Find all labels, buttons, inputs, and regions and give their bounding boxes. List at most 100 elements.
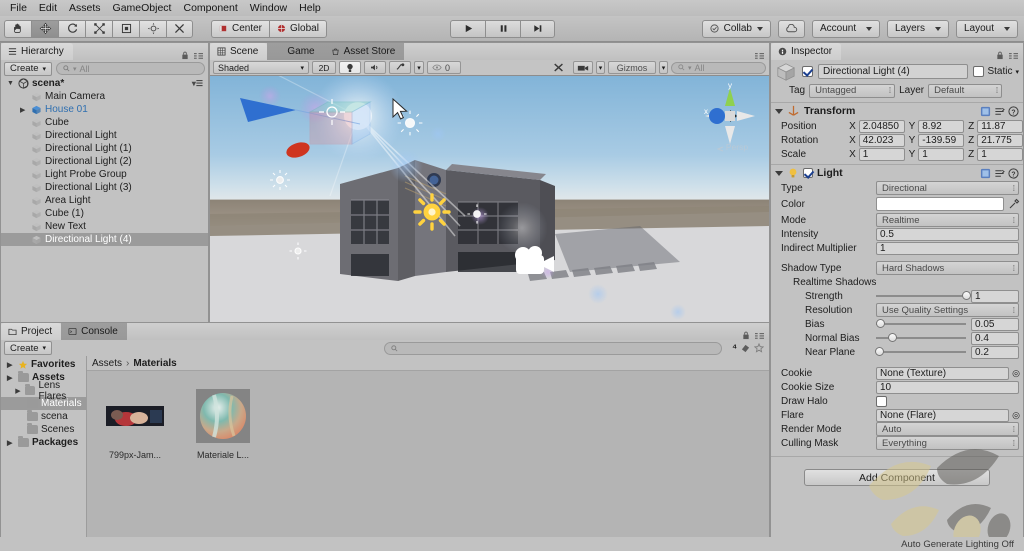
shadow-bias-input[interactable]: 0.05 — [971, 317, 1019, 331]
panel-menu-icon[interactable] — [754, 51, 765, 60]
gizmos-dropdown[interactable]: Gizmos — [608, 61, 656, 74]
transform-rotation-x[interactable]: 42.023 — [858, 133, 905, 147]
step-button[interactable] — [520, 19, 555, 38]
expand-arrow-icon[interactable]: ▶ — [20, 106, 28, 114]
shadow-near-plane-input[interactable]: 0.2 — [971, 345, 1019, 359]
hierarchy-scene-root[interactable]: ▼ scena* ▾☰ — [1, 77, 208, 90]
light-color-swatch[interactable] — [876, 197, 1004, 211]
expand-arrow-icon[interactable]: ▶ — [7, 374, 15, 382]
panel-menu-icon[interactable] — [754, 331, 765, 340]
render-mode-dropdown[interactable]: Auto ⁞ — [876, 422, 1019, 436]
light-intensity-input[interactable]: 0.5 — [876, 227, 1019, 241]
menu-help[interactable]: Help — [293, 0, 327, 16]
favorites-star-icon[interactable] — [754, 343, 765, 353]
hierarchy-item-light-probe-group[interactable]: Light Probe Group — [1, 168, 208, 181]
tab-inspector[interactable]: Inspector — [771, 43, 842, 60]
hierarchy-item-directional-light-1[interactable]: Directional Light (1) — [1, 142, 208, 155]
menu-edit[interactable]: Edit — [33, 0, 63, 16]
tab-hierarchy[interactable]: Hierarchy — [1, 43, 73, 60]
scene-axis-gizmo[interactable]: y x Persp — [697, 80, 763, 152]
tab-game[interactable]: Game — [267, 43, 324, 60]
menu-gameobject[interactable]: GameObject — [107, 0, 178, 16]
hierarchy-item-directional-light-2[interactable]: Directional Light (2) — [1, 155, 208, 168]
shadow-type-dropdown[interactable]: Hard Shadows ⁞ — [876, 261, 1019, 275]
hierarchy-item-new-text[interactable]: New Text — [1, 220, 208, 233]
shadow-strength-input[interactable]: 1 — [971, 289, 1019, 303]
scene-camera-dropdown[interactable]: ▾ — [596, 61, 605, 74]
gizmos-dropdown-arrow[interactable]: ▾ — [659, 61, 668, 74]
hierarchy-item-main-camera[interactable]: Main Camera — [1, 90, 208, 103]
hierarchy-item-cube-1[interactable]: Cube (1) — [1, 207, 208, 220]
help-icon[interactable]: ? — [1008, 105, 1019, 117]
account-button[interactable]: Account — [812, 19, 880, 38]
draw-halo-checkbox[interactable] — [876, 395, 887, 407]
collapse-triangle-icon[interactable] — [775, 170, 783, 176]
collapse-triangle-icon[interactable] — [775, 108, 783, 114]
tag-dropdown[interactable]: Untagged ⁞ — [809, 83, 896, 98]
preset-icon[interactable] — [980, 168, 991, 179]
space-mode-button[interactable]: Global — [269, 19, 327, 38]
cookie-size-input[interactable]: 10 — [876, 380, 1019, 394]
lock-icon[interactable] — [181, 51, 189, 60]
lock-icon[interactable] — [996, 51, 1004, 60]
transform-rotation-z[interactable]: 21.775 — [977, 133, 1024, 147]
scene-fx-toggle[interactable] — [389, 61, 411, 74]
tab-project[interactable]: Project — [1, 323, 62, 340]
static-toggle[interactable]: Static ▾ — [973, 66, 1019, 77]
pause-button[interactable] — [485, 19, 520, 38]
tab-asset-store[interactable]: Asset Store — [323, 43, 405, 60]
project-folder-scenes[interactable]: Scenes — [1, 423, 86, 436]
breadcrumb-root[interactable]: Assets — [92, 358, 122, 369]
project-folder-packages[interactable]: ▶ Packages — [1, 436, 86, 449]
hierarchy-item-directional-light-4[interactable]: Directional Light (4) — [1, 233, 208, 246]
transform-position-y[interactable]: 8.92 — [918, 119, 965, 133]
tab-scene[interactable]: Scene — [210, 43, 268, 60]
light-header[interactable]: Light ? — [771, 165, 1023, 181]
flare-picker-icon[interactable]: ◎ — [1009, 410, 1023, 421]
settings-icon[interactable] — [994, 168, 1005, 179]
settings-icon[interactable] — [994, 106, 1005, 117]
hierarchy-create-button[interactable]: Create ▾ — [4, 61, 53, 76]
transform-rotation-y[interactable]: -139.59 — [918, 133, 965, 147]
light-indirect-input[interactable]: 1 — [876, 241, 1019, 255]
pivot-mode-button[interactable]: Center — [211, 19, 270, 38]
transform-position-x[interactable]: 2.04850 — [858, 119, 905, 133]
flare-object-field[interactable]: None (Flare) — [876, 408, 1010, 422]
layout-button[interactable]: Layout — [956, 19, 1018, 38]
object-enabled-checkbox[interactable] — [802, 66, 813, 77]
hierarchy-item-directional-light-3[interactable]: Directional Light (3) — [1, 181, 208, 194]
light-enabled-checkbox[interactable] — [803, 168, 813, 178]
panel-menu-icon[interactable] — [1008, 51, 1019, 60]
filter-by-label-icon[interactable] — [741, 344, 750, 353]
tab-console[interactable]: Console — [61, 323, 127, 340]
layers-button[interactable]: Layers — [887, 19, 949, 38]
draw-mode-dropdown[interactable]: Shaded ▾ — [213, 61, 309, 74]
hierarchy-item-area-light[interactable]: Area Light — [1, 194, 208, 207]
cloud-button[interactable] — [778, 19, 805, 38]
light-mode-dropdown[interactable]: Realtime ⁞ — [876, 213, 1019, 227]
transform-position-z[interactable]: 11.87 — [977, 119, 1024, 133]
hierarchy-item-cube[interactable]: Cube — [1, 116, 208, 129]
help-icon[interactable]: ? — [1008, 167, 1019, 179]
asset-item[interactable]: 799px-Jam... — [101, 385, 169, 460]
menu-component[interactable]: Component — [177, 0, 243, 16]
shadow-resolution-dropdown[interactable]: Use Quality Settings ⁞ — [876, 303, 1019, 317]
hierarchy-search-input[interactable]: ▾ All — [56, 62, 205, 75]
custom-tool-button[interactable] — [166, 19, 193, 38]
rotate-tool-button[interactable] — [58, 19, 85, 38]
eyedropper-icon[interactable] — [1008, 198, 1020, 210]
layer-dropdown[interactable]: Default ⁞ — [928, 83, 1003, 98]
cookie-picker-icon[interactable]: ◎ — [1009, 368, 1023, 379]
scene-viewport[interactable]: y x Persp — [210, 76, 769, 322]
object-name-field[interactable]: Directional Light (4) — [818, 64, 969, 79]
expand-arrow-icon[interactable]: ▶ — [7, 361, 15, 369]
transform-scale-x[interactable]: 1 — [858, 147, 905, 161]
lock-icon[interactable] — [742, 331, 750, 340]
project-create-button[interactable]: Create ▾ — [4, 341, 53, 355]
project-folder-materials[interactable]: Materials — [1, 397, 86, 410]
collab-button[interactable]: Collab — [701, 19, 771, 38]
project-search-input[interactable] — [384, 341, 723, 355]
shadow-bias-slider[interactable] — [875, 319, 966, 328]
expand-arrow-icon[interactable]: ▼ — [7, 80, 15, 87]
play-button[interactable] — [450, 19, 485, 38]
